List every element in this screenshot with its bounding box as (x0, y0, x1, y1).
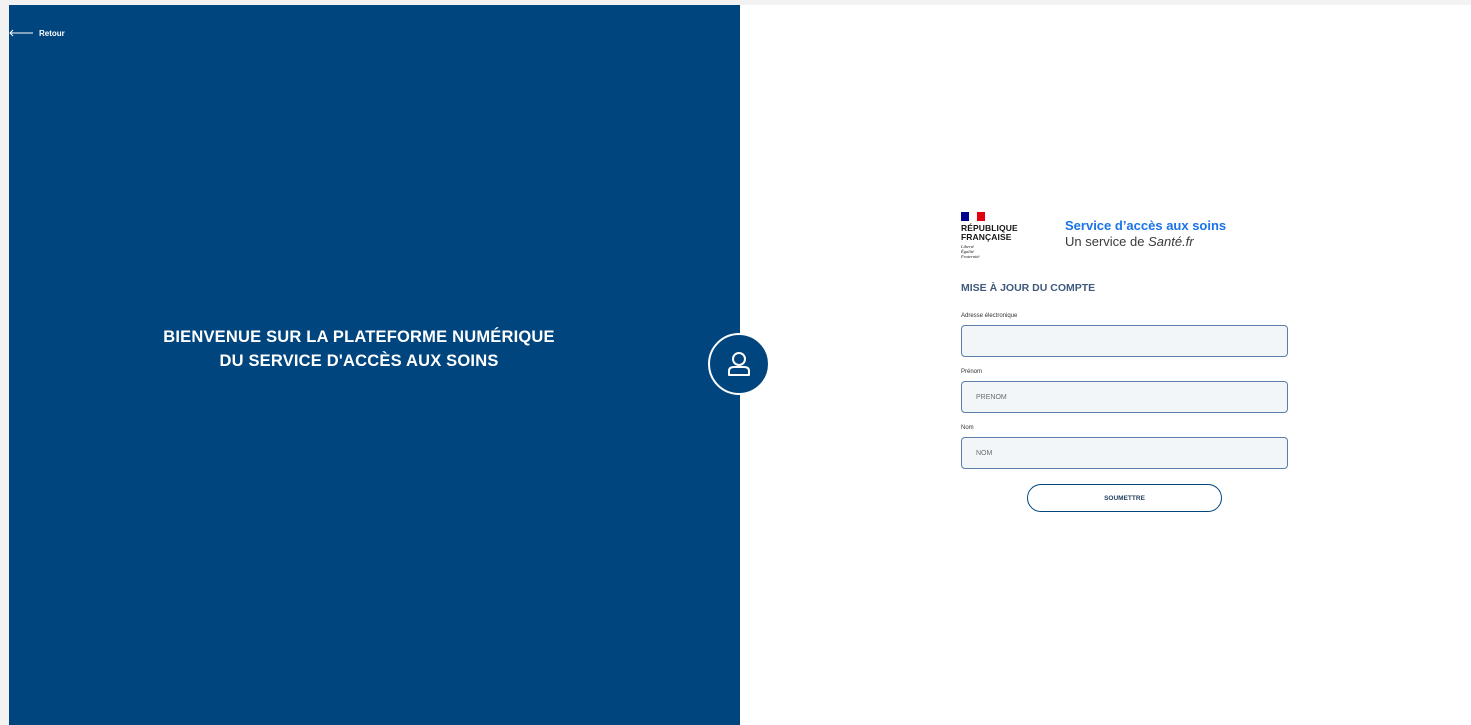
firstname-field[interactable] (961, 381, 1288, 413)
email-label: Adresse électronique (961, 313, 1018, 319)
avatar (708, 333, 770, 395)
french-flag-icon (961, 212, 985, 221)
user-icon (728, 352, 750, 376)
email-field[interactable] (961, 325, 1288, 357)
sante-fr-brand: Santé.fr (1148, 234, 1194, 249)
firstname-label: Prénom (961, 369, 983, 375)
welcome-heading: BIENVENUE SUR LA PLATEFORME NUMÉRIQUE DU… (163, 328, 555, 370)
submit-button[interactable]: SOUMETTRE (1027, 484, 1222, 512)
republique-francaise-logo: RÉPUBLIQUE FRANÇAISE Liberté Égalité Fra… (961, 212, 1051, 272)
welcome-panel: Retour BIENVENUE SUR LA PLATEFORME NUMÉR… (9, 5, 740, 725)
republic-name: RÉPUBLIQUE FRANÇAISE (961, 223, 1018, 242)
back-link[interactable]: Retour (9, 26, 65, 40)
lastname-field[interactable] (961, 437, 1288, 469)
republic-motto: Liberté Égalité Fraternité (961, 244, 980, 259)
service-title: Service d’accès aux soins (1065, 218, 1227, 233)
arrow-left-icon (9, 29, 33, 37)
back-link-label: Retour (39, 28, 65, 38)
service-subtitle: Un service de Santé.fr (1065, 234, 1194, 249)
form-heading: MISE À JOUR DU COMPTE (961, 282, 1096, 294)
page-frame: Retour BIENVENUE SUR LA PLATEFORME NUMÉR… (9, 5, 1471, 725)
lastname-label: Nom (961, 425, 974, 431)
